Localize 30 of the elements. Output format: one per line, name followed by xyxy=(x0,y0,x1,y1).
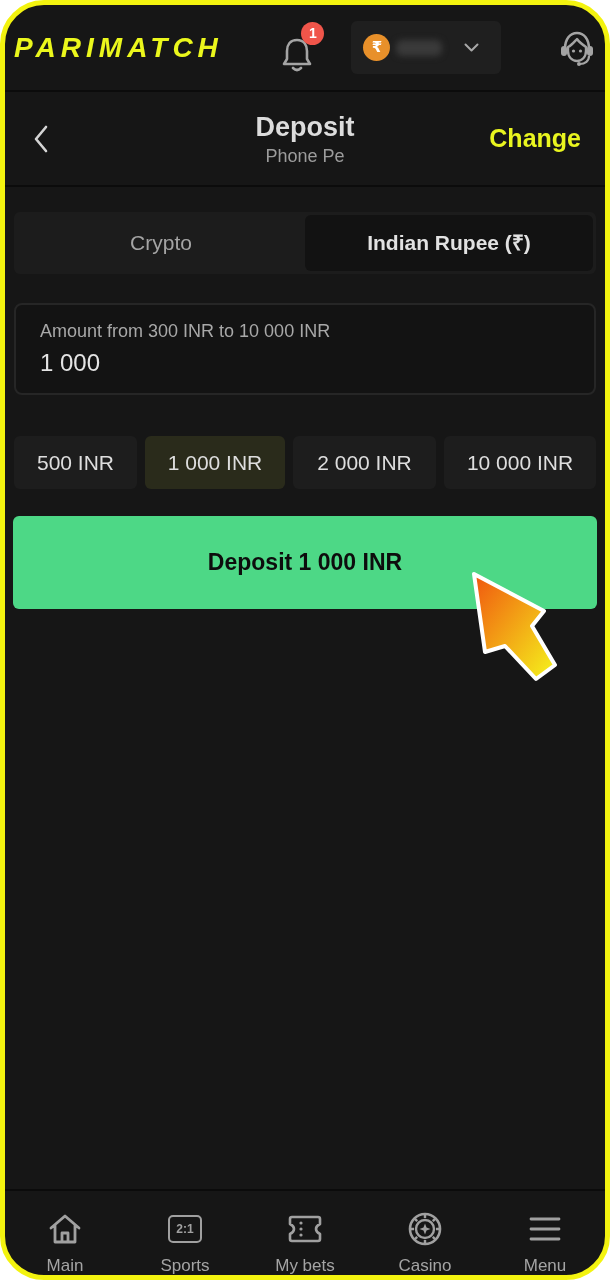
tab[interactable]: Indian Rupee (₹) xyxy=(305,215,593,271)
deposit-button[interactable]: Deposit 1 000 INR xyxy=(13,516,597,609)
nav-item[interactable]: Main xyxy=(5,1211,125,1275)
chevron-left-icon xyxy=(34,124,48,153)
page-title: Deposit xyxy=(255,110,355,144)
bell-icon xyxy=(281,36,314,73)
notification-badge: 1 xyxy=(301,21,325,45)
scoreboard-icon: 2:1 xyxy=(168,1215,202,1243)
tab[interactable]: Crypto xyxy=(17,215,305,271)
amount-chip[interactable]: 10 000 INR xyxy=(444,436,596,489)
nav-item[interactable]: Casino xyxy=(365,1211,485,1275)
currency-coin: ₹ xyxy=(363,34,391,61)
amount-chip[interactable]: 500 INR xyxy=(14,436,137,489)
field-label: Amount from 300 INR to 10 000 INR xyxy=(40,320,332,343)
nav-item[interactable]: Menu xyxy=(485,1211,605,1275)
nav-item[interactable]: My bets xyxy=(245,1211,365,1275)
change-button[interactable]: Change xyxy=(489,119,581,158)
field-value: 1 000 xyxy=(40,348,102,378)
page-subtitle: Phone Pe xyxy=(265,144,345,168)
menu-icon xyxy=(529,1216,561,1242)
amount-chip[interactable]: 1 000 INR xyxy=(145,436,285,489)
logo[interactable]: PARIMATCH xyxy=(14,33,223,62)
ticket-icon xyxy=(288,1215,322,1243)
home-icon xyxy=(48,1213,82,1245)
amount-field[interactable]: Amount from 300 INR to 10 000 INR 1 000 xyxy=(14,303,596,395)
chevron-down-icon xyxy=(464,43,480,52)
amount-chip[interactable]: 2 000 INR xyxy=(293,436,436,489)
nav-item[interactable]: 2:1 Sports xyxy=(125,1211,245,1275)
casino-chip-icon xyxy=(408,1212,442,1246)
blurred-balance xyxy=(396,39,443,56)
